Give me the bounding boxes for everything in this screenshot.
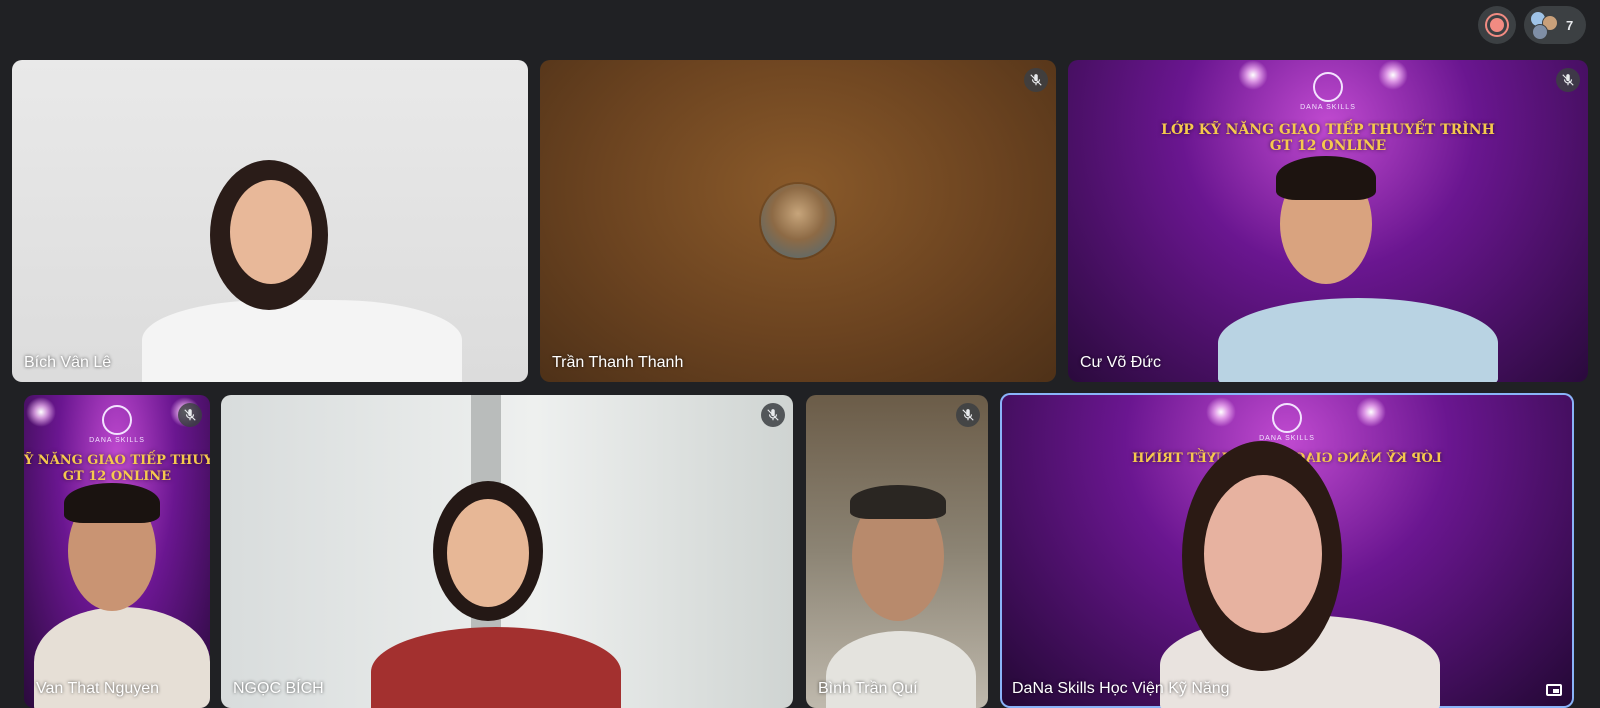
stage-light xyxy=(1378,60,1408,90)
participant-avatar xyxy=(761,184,835,258)
participant-tile[interactable]: Trần Thanh Thanh xyxy=(540,60,1056,382)
participant-count: 7 xyxy=(1566,17,1574,33)
mic-off-icon xyxy=(956,403,980,427)
recording-indicator-button[interactable] xyxy=(1478,6,1516,44)
participant-tile[interactable]: DANA SKILLS Ỹ NĂNG GIAO TIẾP THUYẾ GT 12… xyxy=(24,395,210,708)
participants-button[interactable]: 7 xyxy=(1524,6,1586,44)
stage-light xyxy=(1238,60,1268,90)
mic-off-icon xyxy=(1556,68,1580,92)
participant-name: Van That Nguyen xyxy=(36,680,160,697)
participant-name: Bình Trần Quí xyxy=(818,680,918,697)
stage-light xyxy=(1206,397,1236,427)
participant-name: Bích Vân Lê xyxy=(24,354,112,371)
participant-name: DaNa Skills Học Viện Kỹ Năng xyxy=(1012,680,1230,697)
participant-tile[interactable]: DANA SKILLS LỚP KỸ NĂNG GIAO TIẾP THUYẾT… xyxy=(1068,60,1588,382)
participant-video xyxy=(371,627,621,708)
banner-title: Ỹ NĂNG GIAO TIẾP THUYẾ xyxy=(24,453,210,468)
participant-name: NGỌC BÍCH xyxy=(233,680,324,697)
picture-in-picture-icon[interactable] xyxy=(1546,684,1562,696)
banner-title: LỚP KỸ NĂNG GIAO TIẾP THUYẾT TRÌNH xyxy=(1161,122,1495,138)
active-speaker-tile[interactable]: DANA SKILLS LỚP KỸ NĂNG GIAO TIẾP THUYẾT… xyxy=(1000,393,1574,708)
stage-light xyxy=(1356,397,1386,427)
participant-name: Cư Võ Đức xyxy=(1080,354,1161,371)
participant-video xyxy=(1218,298,1498,382)
participant-name: Trần Thanh Thanh xyxy=(552,354,684,371)
participant-tile[interactable]: Bích Vân Lê xyxy=(12,60,528,382)
brand-label: DANA SKILLS xyxy=(89,437,145,444)
participant-tile[interactable]: Bình Trần Quí xyxy=(806,395,988,708)
record-icon xyxy=(1490,18,1504,32)
dana-skills-logo xyxy=(102,405,132,435)
banner-subtitle: GT 12 ONLINE xyxy=(1269,138,1387,154)
dana-skills-logo xyxy=(1313,72,1343,102)
dana-skills-logo xyxy=(1272,403,1302,433)
mic-off-icon xyxy=(178,403,202,427)
participant-avatars-icon xyxy=(1530,11,1558,40)
top-bar: 7 xyxy=(0,0,1600,52)
mic-off-icon xyxy=(1024,68,1048,92)
stage-light xyxy=(26,397,56,427)
brand-label: DANA SKILLS xyxy=(1259,435,1315,442)
brand-label: DANA SKILLS xyxy=(1300,104,1356,111)
mic-off-icon xyxy=(761,403,785,427)
banner-subtitle: GT 12 ONLINE xyxy=(62,469,172,484)
participant-tile[interactable]: NGỌC BÍCH xyxy=(221,395,793,708)
participant-video xyxy=(142,300,462,382)
